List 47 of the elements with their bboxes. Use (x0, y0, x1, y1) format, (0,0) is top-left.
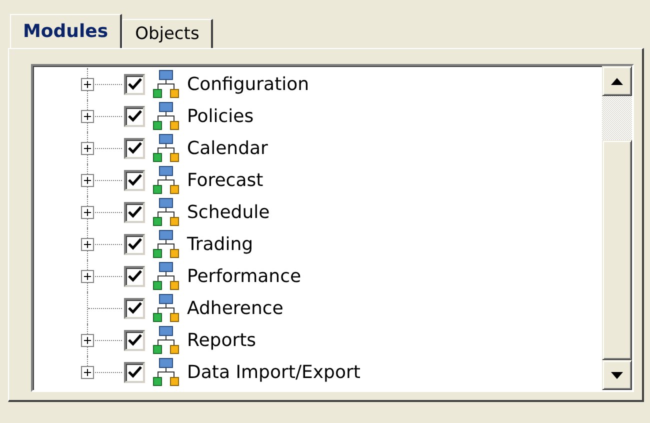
scroll-up-button[interactable] (602, 66, 632, 96)
tree-item[interactable]: Schedule (187, 202, 270, 222)
checkbox[interactable] (124, 330, 145, 350)
tree-item[interactable]: Forecast (187, 170, 264, 190)
expand-icon[interactable] (81, 206, 94, 219)
tree-item[interactable]: Performance (187, 266, 302, 286)
checkbox[interactable] (124, 170, 145, 190)
scroll-down-button[interactable] (602, 360, 632, 390)
tree-item[interactable]: Configuration (187, 74, 310, 94)
tab[interactable]: Modules (10, 14, 122, 48)
tree-item[interactable]: Reports (187, 330, 256, 350)
up-arrow-icon (611, 78, 623, 84)
expand-icon[interactable] (81, 78, 94, 91)
hierarchy-icon (153, 198, 179, 226)
hierarchy-icon (153, 102, 179, 130)
checkbox[interactable] (124, 106, 145, 126)
checkbox[interactable] (124, 234, 145, 254)
tree-item[interactable]: Adherence (187, 298, 284, 318)
down-arrow-icon (611, 372, 623, 378)
expand-icon[interactable] (81, 270, 94, 283)
hierarchy-icon (153, 70, 179, 98)
checkbox[interactable] (124, 202, 145, 222)
hierarchy-icon (153, 358, 179, 386)
hierarchy-icon (153, 230, 179, 258)
expand-icon[interactable] (81, 334, 94, 347)
checkbox[interactable] (124, 266, 145, 286)
tree-item[interactable]: Policies (187, 106, 254, 126)
tree-item[interactable]: Calendar (187, 138, 268, 158)
hierarchy-icon (153, 166, 179, 194)
expand-icon[interactable] (81, 174, 94, 187)
tree-item[interactable]: Trading (187, 234, 254, 254)
hierarchy-icon (153, 262, 179, 290)
hierarchy-icon (153, 134, 179, 162)
expand-icon[interactable] (81, 366, 94, 379)
checkbox[interactable] (124, 362, 145, 382)
scrollbar[interactable] (602, 66, 632, 390)
checkbox[interactable] (124, 138, 145, 158)
hierarchy-icon (153, 326, 179, 354)
expand-icon[interactable] (81, 238, 94, 251)
hierarchy-icon (153, 294, 179, 322)
checkbox[interactable] (124, 298, 145, 318)
checkbox[interactable] (124, 74, 145, 94)
scroll-thumb[interactable] (602, 140, 632, 360)
expand-icon[interactable] (81, 142, 94, 155)
tab[interactable]: Objects (122, 19, 214, 48)
expand-icon[interactable] (81, 110, 94, 123)
tree-item[interactable]: Data Import/Export (187, 362, 360, 382)
